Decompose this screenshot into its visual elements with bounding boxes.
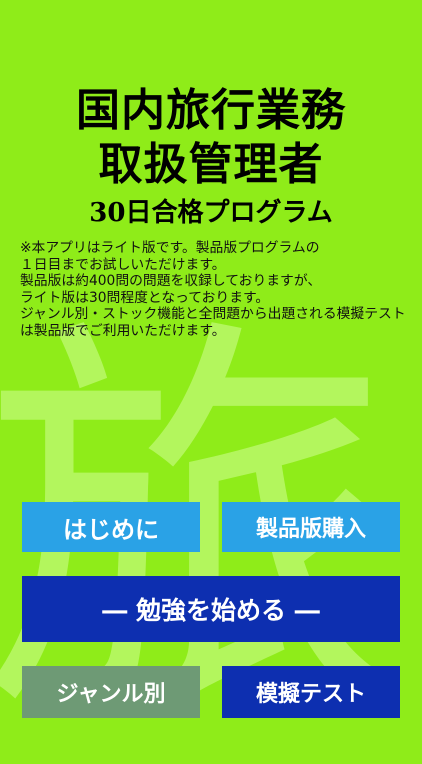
mock-test-button[interactable]: 模擬テスト bbox=[222, 666, 400, 718]
lite-version-notice: ※本アプリはライト版です。製品版プログラムの １日目までお試しいただけます。 製… bbox=[20, 240, 406, 339]
app-subtitle: 30日合格プログラム bbox=[89, 198, 333, 228]
intro-button[interactable]: はじめに bbox=[22, 502, 200, 552]
buy-full-version-button[interactable]: 製品版購入 bbox=[222, 502, 400, 552]
app-title-line2: 取扱管理者 bbox=[98, 139, 324, 190]
genre-button[interactable]: ジャンル別 bbox=[22, 666, 200, 718]
start-study-button[interactable]: ― 勉強を始める ― bbox=[22, 576, 400, 642]
